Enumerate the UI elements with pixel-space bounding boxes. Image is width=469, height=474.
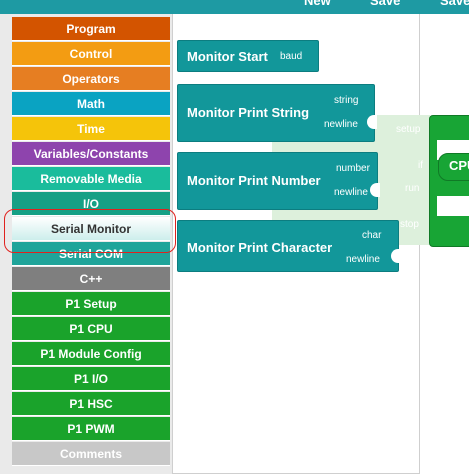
stop-label: stop	[400, 219, 419, 230]
input-socket	[370, 183, 380, 197]
top-menu-bar: New Save Save	[0, 0, 469, 14]
number-input-label: number	[336, 163, 370, 174]
category-p1-setup[interactable]: P1 Setup	[12, 292, 170, 316]
category-operators[interactable]: Operators	[12, 67, 170, 91]
block-title: Monitor Print Number	[187, 173, 321, 188]
program-block[interactable]	[429, 115, 469, 247]
monitor-start-block[interactable]: Monitor Start baud	[177, 40, 319, 72]
run-label: run	[405, 183, 420, 194]
monitor-print-number-block[interactable]: Monitor Print Number number newline	[177, 152, 380, 210]
block-title: Monitor Print String	[187, 105, 310, 120]
category-p1-pwm[interactable]: P1 PWM	[12, 417, 170, 441]
category-comments[interactable]: Comments	[12, 442, 170, 466]
new-button[interactable]: New	[304, 0, 331, 8]
category-serial-com[interactable]: Serial COM	[12, 242, 170, 266]
char-input-label: char	[362, 230, 382, 241]
category-program[interactable]: Program	[12, 17, 170, 41]
newline-input-label: newline	[346, 254, 380, 265]
category-removable-media[interactable]: Removable Media	[12, 167, 170, 191]
category-p1-i-o[interactable]: P1 I/O	[12, 367, 170, 391]
baud-input-label: baud	[280, 51, 303, 62]
setup-label: setup	[396, 124, 421, 135]
category-serial-monitor[interactable]: Serial Monitor	[12, 217, 170, 241]
monitor-print-character-block[interactable]: Monitor Print Character char newline	[177, 220, 401, 272]
category-p1-cpu[interactable]: P1 CPU	[12, 317, 170, 341]
if-label: if	[418, 160, 423, 171]
input-socket	[391, 249, 401, 263]
block-title: Monitor Print Character	[187, 240, 333, 255]
category-c[interactable]: C++	[12, 267, 170, 291]
string-input-label: string	[334, 95, 359, 106]
category-time[interactable]: Time	[12, 117, 170, 141]
category-i-o[interactable]: I/O	[12, 192, 170, 216]
newline-input-label: newline	[324, 119, 358, 130]
input-socket	[367, 115, 377, 129]
category-p1-module-config[interactable]: P1 Module Config	[12, 342, 170, 366]
program-block-slot-2	[437, 196, 469, 216]
monitor-print-string-block[interactable]: Monitor Print String string newline	[177, 84, 377, 142]
category-math[interactable]: Math	[12, 92, 170, 116]
block-title: Monitor Start	[187, 49, 268, 64]
category-p1-hsc[interactable]: P1 HSC	[12, 392, 170, 416]
category-control[interactable]: Control	[12, 42, 170, 66]
category-variables-constants[interactable]: Variables/Constants	[12, 142, 170, 166]
save-button[interactable]: Save	[370, 0, 400, 8]
save-as-button[interactable]: Save	[440, 0, 469, 8]
cpu-label: CPU	[449, 158, 469, 173]
newline-input-label: newline	[334, 187, 368, 198]
